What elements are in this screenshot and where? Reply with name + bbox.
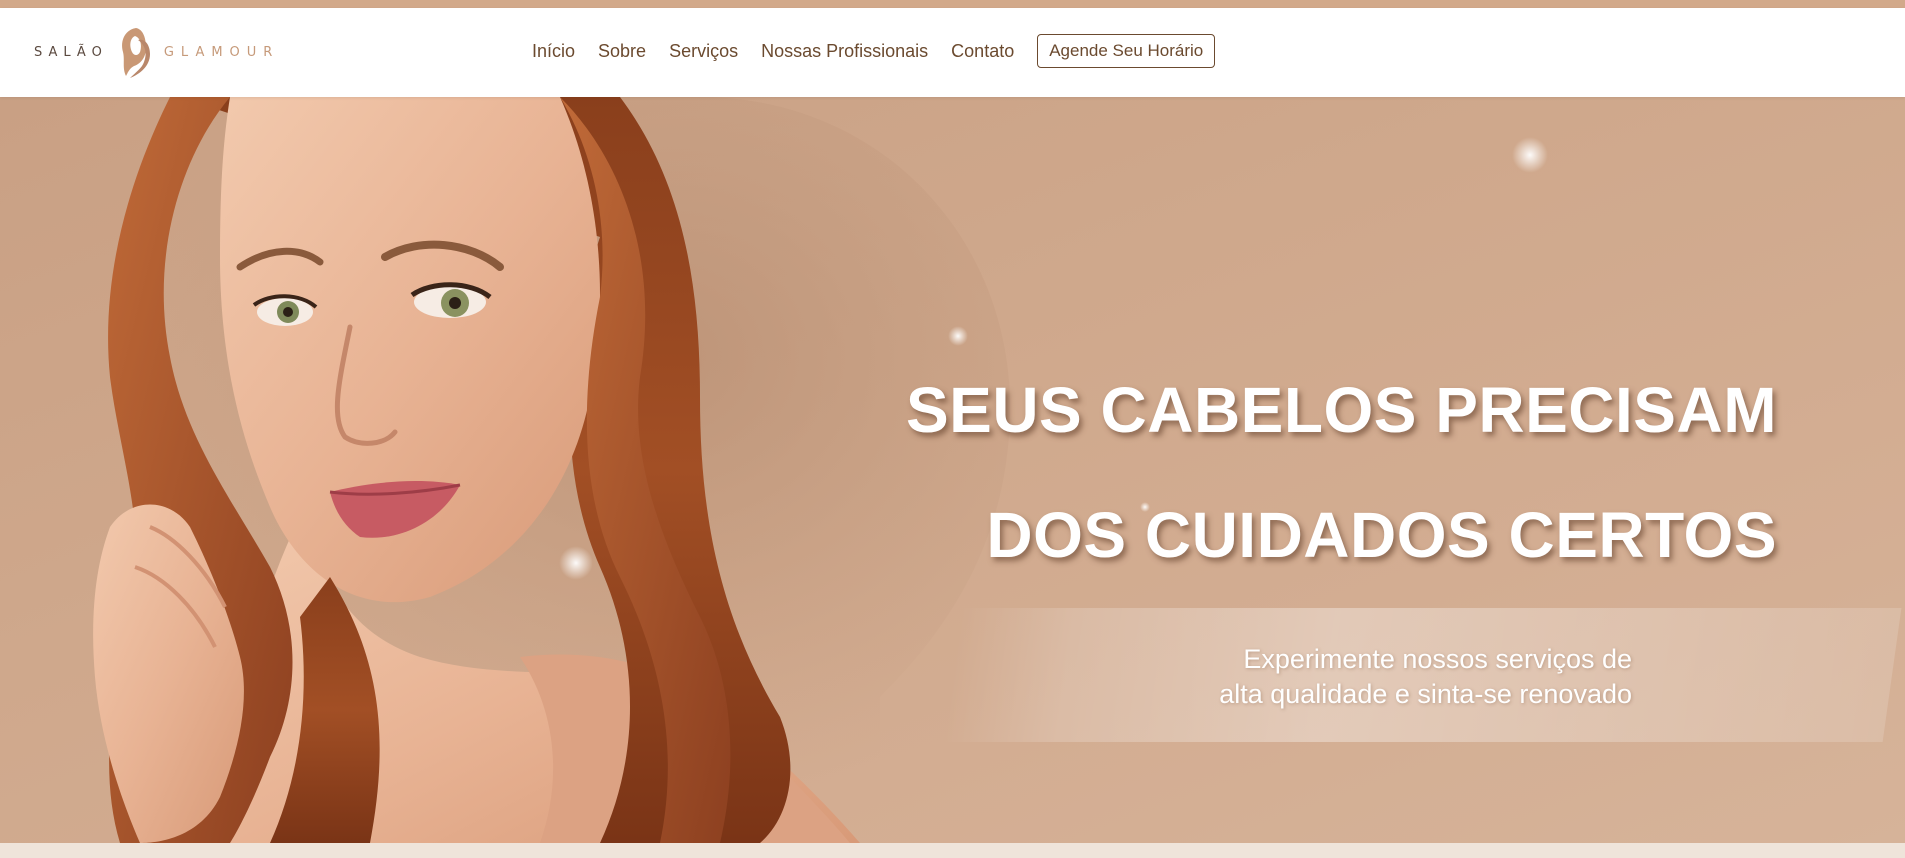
sparkle-decoration [1512, 137, 1548, 173]
top-accent-strip [0, 0, 1905, 8]
nav-link-profissionais[interactable]: Nossas Profissionais [761, 41, 928, 62]
hero-banner: SEUS CABELOS PRECISAM DOS CUIDADOS CERTO… [0, 97, 1905, 843]
nav-link-sobre[interactable]: Sobre [598, 41, 646, 62]
main-navigation: Início Sobre Serviços Nossas Profissiona… [532, 34, 1216, 68]
nav-link-contato[interactable]: Contato [951, 41, 1014, 62]
book-appointment-button[interactable]: Agende Seu Horário [1037, 34, 1216, 68]
hero-subtitle-line-1: Experimente nossos serviços de [1243, 644, 1632, 674]
brand-logo[interactable]: SALÃO GLAMOUR [34, 22, 279, 82]
hero-portrait-image [93, 97, 860, 843]
sparkle-decoration [948, 326, 968, 346]
brand-word-salao: SALÃO [34, 44, 108, 60]
nav-link-inicio[interactable]: Início [532, 41, 575, 62]
nav-link-servicos[interactable]: Serviços [669, 41, 738, 62]
hero-subtitle-line-2: alta qualidade e sinta-se renovado [1219, 679, 1632, 709]
brand-word-glamour: GLAMOUR [163, 44, 280, 60]
sparkle-decoration [559, 546, 593, 580]
navbar: SALÃO GLAMOUR Início Sobre Serviços Noss… [0, 8, 1905, 97]
hero-subtitle: Experimente nossos serviços de alta qual… [1100, 642, 1632, 712]
woman-hair-silhouette-icon [121, 28, 150, 78]
hero-headline-line-1: SEUS CABELOS PRECISAM [905, 374, 1777, 446]
hero-headline-line-2: DOS CUIDADOS CERTOS [986, 499, 1777, 571]
next-section-edge [0, 843, 1905, 858]
